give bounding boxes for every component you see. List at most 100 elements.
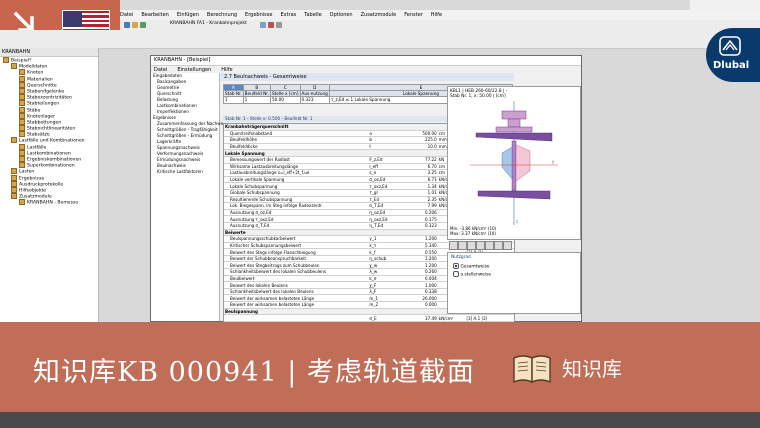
input-cell[interactable]: 50.00 [269,96,301,104]
graphic-panel: KBL1 | HEB 260-60/22.8 | - Stab Nr. 1, x… [447,86,581,314]
navigator-header: KRANBAHN [0,48,98,57]
folder-icon [19,131,25,138]
result-sym: χ_F [368,281,404,289]
result-sym: m_1 [368,294,404,303]
kb-title: 知识库KB 000941 | 考虑轨道截面 [33,357,475,388]
folder-icon [19,162,25,169]
view-front-icon[interactable] [467,241,476,250]
app-menu-item[interactable]: Extras [280,10,296,20]
result-sym: s_e [368,169,404,177]
max-label: Max: [450,230,460,236]
result-label: Ausnutzung τ_oxz,Ed [224,215,369,223]
app-menu-item[interactable]: Hilfe [431,10,442,20]
result-label: Globale Schubspannung [224,189,369,197]
open-icon[interactable] [132,22,138,28]
app-menu-bar: Datei Bearbeiten Einfügen Berechnung Ergebni… [120,10,760,20]
kb-label: 知识库 [562,357,622,381]
app-menu-item[interactable]: Berechnung [207,10,237,20]
result-val: 26.000 [403,294,438,303]
result-val: 0.206 [403,209,438,217]
result-sym: τ_oxz,Ed [368,182,404,190]
result-sym: σ_T,Ed [368,202,404,210]
input-cell[interactable]: 0.323 [299,96,330,104]
result-val: 0.175 [403,215,438,223]
app-menu-item[interactable]: Ergebnisse [245,10,272,20]
folder-icon [19,106,25,113]
result-label: Beulspannungsschubkarbeiwert [224,235,369,243]
result-val: 0.323 [403,222,438,230]
app-menu-item[interactable]: Optionen [330,10,353,20]
result-sym: τ_Ed [368,196,404,204]
result-sym: k_f [368,248,404,256]
column-header: Stab Nr. [223,90,244,98]
tab-title[interactable]: KRANBAHN FA1 - Kranbahnprojekt [170,21,247,26]
result-label: Ausnutzung σ_oz,Ed [224,209,369,217]
app-menu-item[interactable]: Bearbeiten [141,10,168,20]
navigator-item[interactable]: Lastfälle und Kombinationen [0,137,98,144]
result-label: Beiwert der wirksamen belasteten Länge [224,301,369,309]
navigator-item-label: KRANBAHN - Bemessu [27,200,79,206]
view-icon[interactable] [260,22,266,28]
folder-icon [19,156,25,162]
app-menu-item[interactable]: Fenster [404,10,423,20]
dimension-icon[interactable] [485,241,494,250]
stress-icon[interactable] [494,241,503,250]
result-val: 3.25 [403,169,438,177]
result-val: 6.71 [403,176,438,184]
app-menu-item[interactable]: Einfügen [177,10,199,20]
folder-icon [19,149,25,156]
result-val: 6.004 [403,275,438,283]
calc-icon[interactable] [268,22,274,28]
svg-text:z: z [516,219,518,224]
save-icon[interactable] [140,22,146,28]
view-side-icon[interactable] [476,241,485,250]
result-sym: η_oxz,Ed [368,215,404,223]
result-label: Querstreifenabstand [224,130,369,138]
dialog-title: KRANBAHN - [Beispiel] [151,56,581,66]
print-graphic-icon[interactable] [503,241,512,250]
info-icon[interactable] [449,241,458,250]
dlubal-logo-text: Dlubal [713,60,750,71]
app-menu-item[interactable]: Zusatzmodule [361,10,397,20]
result-val: 500.00 [403,130,438,138]
folder-icon [11,180,17,187]
window-caption-buttons[interactable] [690,0,760,10]
folder-icon [19,94,25,101]
book-icon [513,355,551,384]
folder-icon [11,137,17,144]
result-label: Beiwert des Stegbeitrags zum Schubbeulen [224,261,369,270]
result-val: 0.338 [403,288,438,296]
result-val: 1.200 [403,261,438,270]
folder-icon [11,186,17,193]
result-row[interactable]: σ_E 37.49 kN/cm² [3] A.1 (2) [224,314,514,322]
print-icon[interactable] [276,22,282,28]
new-icon[interactable] [124,22,130,28]
dlubal-logo-icon [719,36,741,56]
folder-icon [19,199,25,206]
folder-icon [19,69,25,76]
radio-gesamtweise[interactable]: Gesamtweise [453,263,489,269]
folder-icon [11,193,17,200]
result-val: 37.49 [403,314,438,322]
app-toolbar-secondary [0,30,760,49]
table-caption: 2.7 Beulnachweis - Gesamtweise [221,73,514,81]
zoom-icon[interactable] [458,241,467,250]
graphic-toolbar [447,241,579,250]
app-menu-item[interactable]: Tabelle [304,10,321,20]
result-label: Lok. Biegespann. im Steg infolge Radexze… [224,202,369,210]
result-sym: η_oz,Ed [368,209,404,217]
result-label: Lokale vertikale Spannung [224,176,369,184]
navigator-item[interactable]: KRANBAHN - Bemessu [0,199,98,206]
input-cell[interactable]: 1 [242,96,271,104]
result-sym: χ_w [368,261,404,270]
input-cell[interactable]: 1 [223,96,244,104]
folder-icon [19,112,25,119]
folder-icon [19,118,25,125]
app-menu-item[interactable]: Datei [120,10,133,20]
svg-text:y: y [552,159,555,164]
folder-icon [19,100,25,107]
tree-item[interactable]: Kritische Lastfaktoren [151,169,219,175]
graphic-title-2: Stab Nr. 1, x: 50.00 | [cm] [450,94,506,99]
radio-stellenweise[interactable]: o.stellenweise [453,271,491,277]
kb-banner: 知识库KB 000941 | 考虑轨道截面 知识库 [0,322,760,412]
